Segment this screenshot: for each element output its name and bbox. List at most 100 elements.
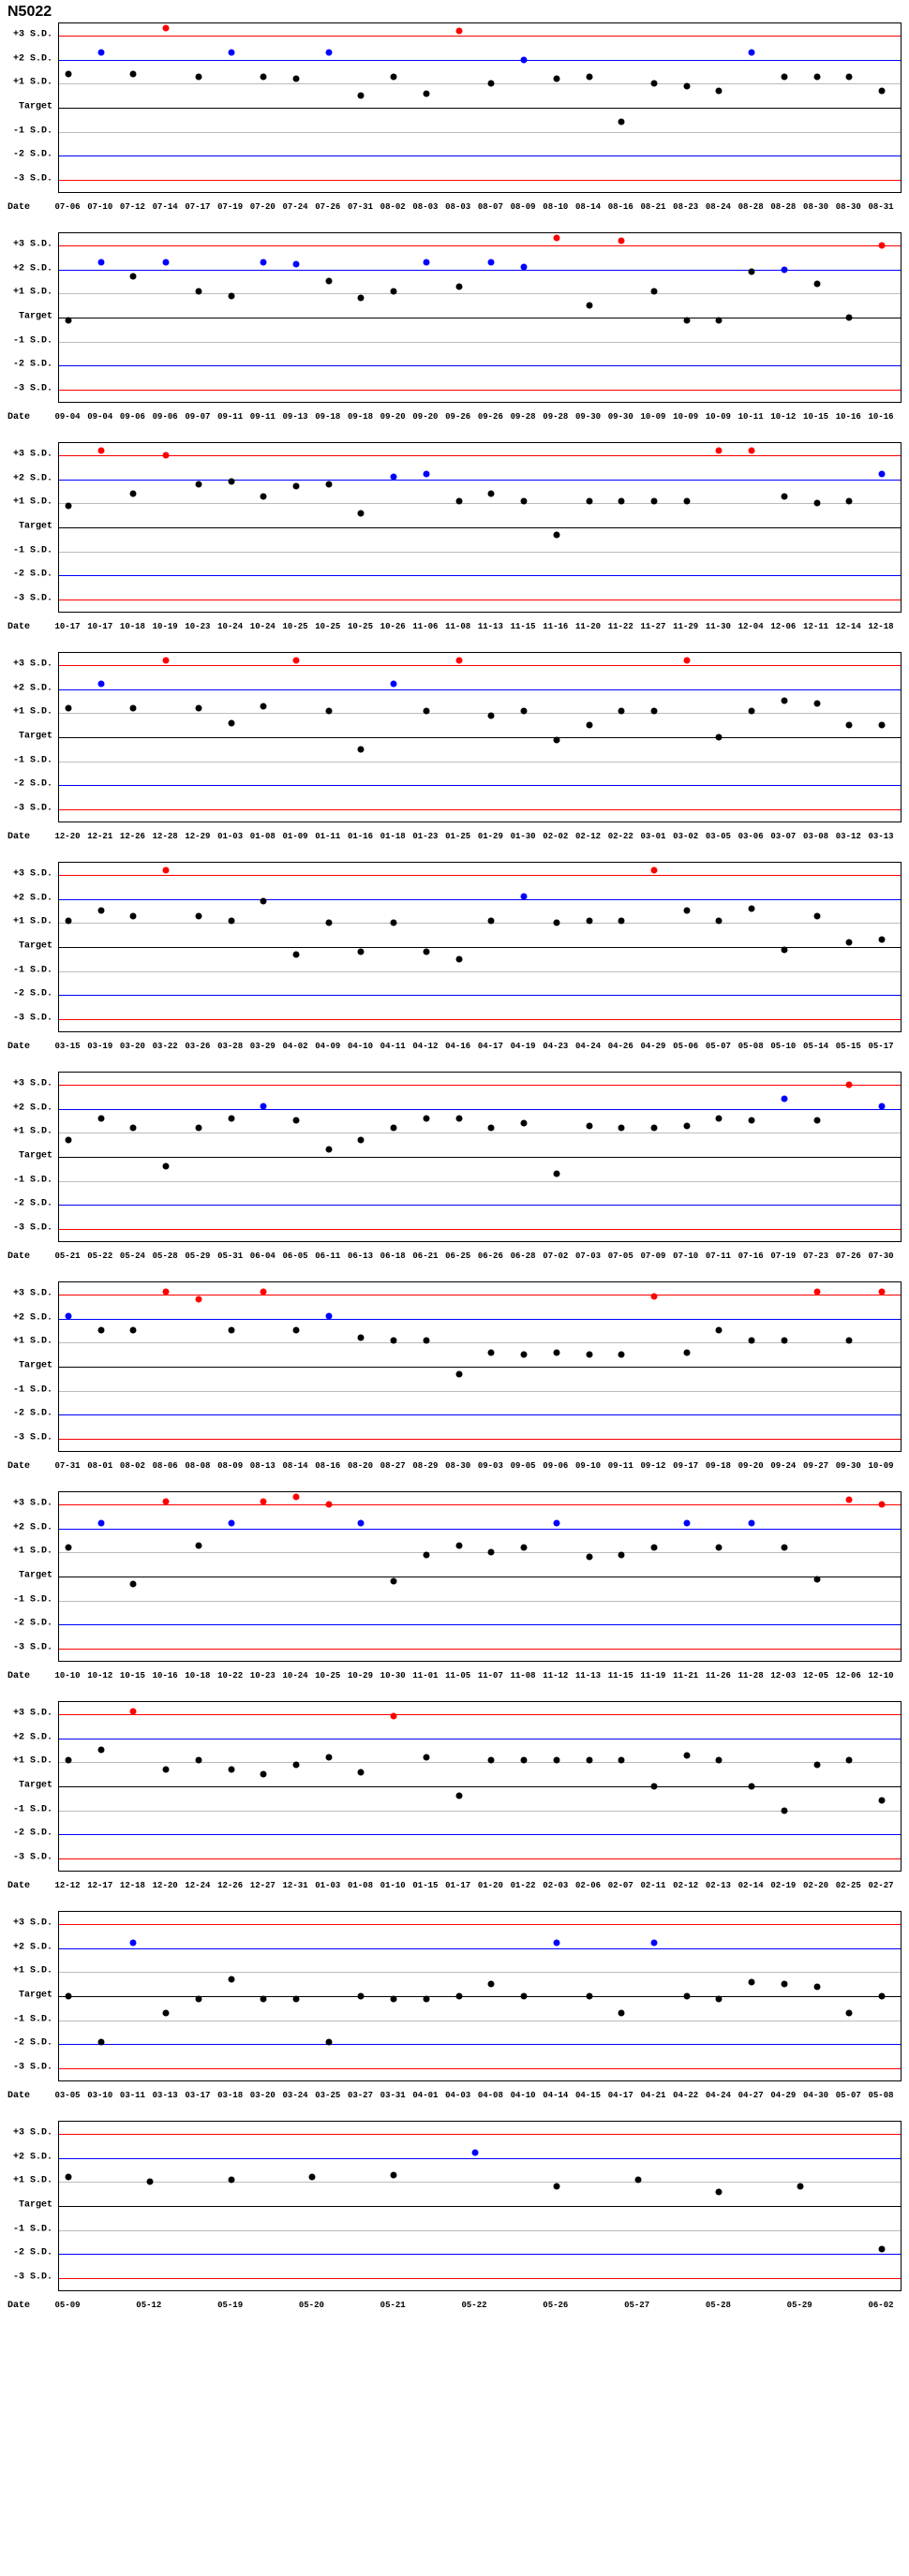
data-point (163, 1767, 170, 1773)
data-point (228, 2176, 234, 2183)
data-point (488, 1756, 495, 1763)
grid-line (59, 737, 901, 738)
data-point (716, 1545, 723, 1551)
y-tick-label: +2 S.D. (13, 1312, 52, 1323)
y-tick-label: -1 S.D. (13, 2014, 52, 2024)
x-axis-ticks: 03-0503-1003-1103-1303-1703-1803-2003-24… (58, 2091, 902, 2104)
y-tick-label: +1 S.D. (13, 288, 52, 298)
y-tick-label: -3 S.D. (13, 1014, 52, 1024)
data-point (846, 2010, 853, 2017)
data-point (813, 701, 820, 707)
grid-line (59, 1858, 901, 1859)
x-tick-label: 10-25 (348, 622, 373, 631)
data-point (261, 1289, 267, 1295)
data-point (293, 657, 300, 663)
data-point (781, 73, 787, 80)
data-point (749, 1118, 755, 1124)
data-point (195, 1756, 201, 1763)
data-point (97, 908, 104, 914)
x-axis-ticks: 03-1503-1903-2003-2203-2603-2803-2904-02… (58, 1042, 902, 1055)
grid-line (59, 2158, 901, 2159)
data-point (879, 937, 886, 943)
data-point (650, 1125, 657, 1132)
data-point (358, 1993, 365, 2000)
y-tick-label: Target (19, 1781, 52, 1791)
data-point (97, 681, 104, 688)
data-point (650, 1545, 657, 1551)
x-tick-label: 04-17 (608, 2091, 633, 2100)
data-point (618, 917, 625, 924)
data-point (391, 1713, 397, 1720)
data-point (97, 259, 104, 265)
x-axis-title: Date (7, 832, 58, 845)
grid-line (59, 689, 901, 690)
data-point (618, 707, 625, 714)
data-point (879, 88, 886, 95)
y-tick-label: +3 S.D. (13, 2127, 52, 2138)
x-tick-label: 12-06 (770, 622, 796, 631)
data-point (455, 283, 462, 289)
x-tick-label: 08-29 (412, 1461, 438, 1471)
x-tick-label: 04-24 (575, 1042, 601, 1051)
x-tick-label: 10-12 (770, 412, 796, 422)
data-point (66, 1137, 72, 1144)
x-tick-label: 05-21 (54, 1251, 80, 1261)
data-point (716, 1995, 723, 2002)
x-tick-label: 09-24 (770, 1461, 796, 1471)
data-point (879, 1993, 886, 2000)
data-point (879, 2246, 886, 2253)
x-tick-label: 11-21 (673, 1671, 698, 1680)
data-point (749, 905, 755, 911)
x-tick-label: 07-24 (283, 202, 308, 212)
x-tick-label: 09-06 (120, 412, 145, 422)
grid-line (59, 995, 901, 996)
data-point (228, 1976, 234, 1983)
x-tick-label: 04-03 (445, 2091, 470, 2100)
x-tick-label: 08-16 (315, 1461, 340, 1471)
x-tick-label: 04-29 (640, 1042, 665, 1051)
data-point (781, 1337, 787, 1343)
data-point (455, 657, 462, 663)
data-point (66, 1993, 72, 2000)
y-tick-label: +2 S.D. (13, 53, 52, 64)
x-tick-label: 07-11 (706, 1251, 731, 1261)
data-point (618, 1756, 625, 1763)
data-point (879, 1289, 886, 1295)
data-point (618, 119, 625, 126)
x-tick-label: 10-24 (217, 622, 243, 631)
x-tick-label: 02-13 (706, 1881, 731, 1890)
x-tick-label: 11-30 (706, 622, 731, 631)
data-point (586, 1554, 592, 1561)
x-tick-label: 03-29 (250, 1042, 276, 1051)
chart-panel: +3 S.D.+2 S.D.+1 S.D.Target-1 S.D.-2 S.D… (7, 1072, 902, 1265)
x-tick-label: 09-30 (836, 1461, 861, 1471)
y-tick-label: +2 S.D. (13, 1942, 52, 1952)
data-point (846, 1496, 853, 1503)
x-tick-label: 10-25 (315, 1671, 340, 1680)
x-tick-label: 05-24 (120, 1251, 145, 1261)
data-point (358, 1520, 365, 1527)
x-tick-label: 08-14 (283, 1461, 308, 1471)
x-tick-label: 12-27 (250, 1881, 276, 1890)
data-point (163, 866, 170, 873)
y-tick-label: Target (19, 732, 52, 742)
data-point (781, 1981, 787, 1988)
x-tick-label: 09-28 (543, 412, 568, 422)
data-point (423, 1995, 429, 2002)
y-tick-label: +2 S.D. (13, 473, 52, 483)
x-tick-label: 10-15 (803, 412, 828, 422)
x-tick-label: 01-30 (511, 832, 536, 841)
y-tick-label: -1 S.D. (13, 1384, 52, 1395)
grid-line (59, 1996, 901, 1997)
x-tick-label: 11-22 (608, 622, 633, 631)
x-tick-label: 10-23 (185, 622, 210, 631)
x-axis-ticks: 10-1710-1710-1810-1910-2310-2410-2410-25… (58, 622, 902, 635)
plot-area (58, 1281, 902, 1452)
chart-panel: +3 S.D.+2 S.D.+1 S.D.Target-1 S.D.-2 S.D… (7, 652, 902, 845)
y-tick-label: -1 S.D. (13, 1804, 52, 1814)
x-tick-label: 05-21 (380, 2301, 406, 2310)
data-point (553, 1756, 559, 1763)
data-point (683, 317, 690, 323)
y-tick-label: Target (19, 312, 52, 322)
y-axis-labels: +3 S.D.+2 S.D.+1 S.D.Target-1 S.D.-2 S.D… (7, 652, 58, 822)
